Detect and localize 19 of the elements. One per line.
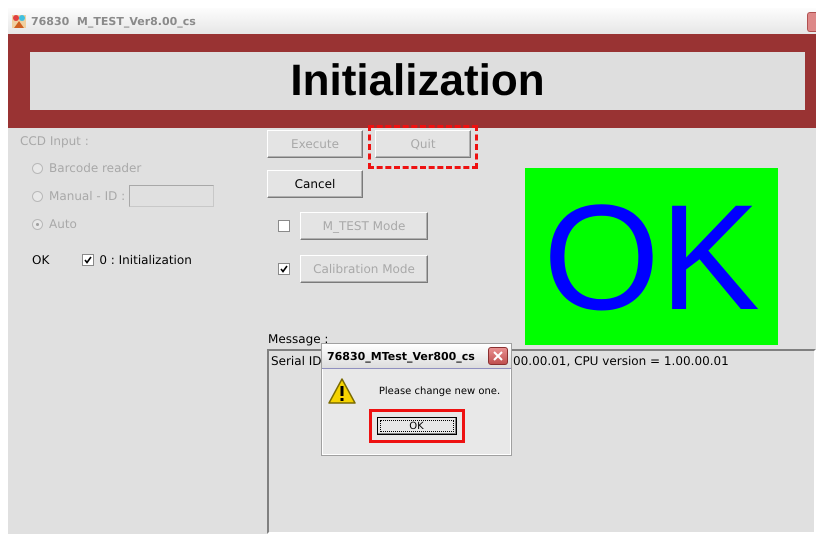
close-icon [492,350,504,362]
dialog-title: 76830_MTest_Ver800_cs [327,350,475,362]
message-label: Message : [267,332,328,348]
dialog-message: Please change new one. [378,386,500,396]
app-icon [11,13,27,29]
result-text: OK [543,182,760,332]
result-label: OK [32,253,50,267]
warning-icon [326,377,357,405]
step-label: 0 : Initialization [99,253,192,267]
window-title: 76830 M_TEST_Ver8.00_cs [31,14,196,28]
id-input-field[interactable] [129,185,214,207]
message-text: 00.00.01, CPU version = 1.00.00.01 [513,354,729,368]
message-text: Serial ID [271,354,322,368]
banner-title: Initialization [290,56,545,106]
close-button[interactable] [488,347,508,365]
ok-button[interactable]: OK [376,417,456,435]
push-button[interactable]: Cancel [267,170,363,198]
group-label: CCD Input : [20,134,89,150]
checkbox[interactable] [82,254,94,266]
